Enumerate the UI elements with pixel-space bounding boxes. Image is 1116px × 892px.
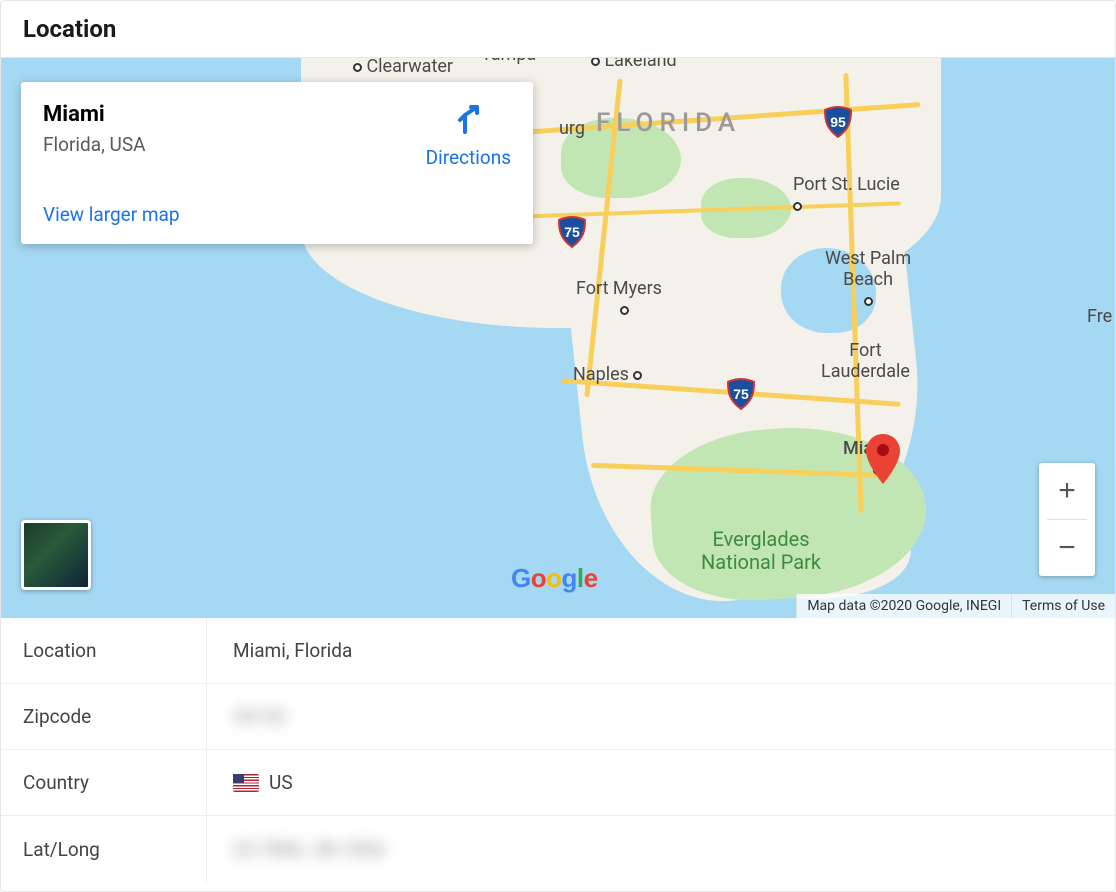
location-info-table: Location Miami, Florida Zipcode 33132 Co…	[1, 618, 1115, 891]
city-label: Port St. Lucie	[793, 174, 900, 216]
info-card-title: Miami	[43, 102, 146, 127]
city-label: Naples	[573, 364, 642, 385]
map[interactable]: FLORIDA Clearwater Tampa Lakeland urg Po…	[1, 58, 1115, 618]
directions-label: Directions	[426, 146, 511, 169]
card-header: Location	[1, 1, 1115, 58]
row-value: Miami, Florida	[207, 639, 1115, 662]
terms-of-use-link[interactable]: Terms of Use	[1011, 594, 1115, 618]
map-pin-icon[interactable]	[863, 432, 903, 486]
table-row: Zipcode 33132	[1, 684, 1115, 750]
city-label: urg	[559, 118, 585, 139]
zoom-control: + −	[1039, 463, 1095, 576]
row-key: Country	[1, 750, 207, 815]
interstate-shield-icon: 95	[823, 106, 853, 138]
directions-button[interactable]: Directions	[426, 102, 511, 169]
directions-icon	[451, 102, 485, 136]
map-attribution: Map data ©2020 Google, INEGI Terms of Us…	[796, 594, 1115, 618]
table-row: Lat/Long 25.7806, -80.1826	[1, 816, 1115, 882]
row-value: US	[207, 771, 1115, 794]
map-info-card: Miami Florida, USA Directions View large…	[21, 82, 533, 244]
card-title: Location	[23, 15, 1093, 43]
city-label-partial: Fre	[1087, 306, 1112, 327]
row-key: Location	[1, 618, 207, 683]
google-logo: Google	[511, 563, 598, 594]
table-row: Location Miami, Florida	[1, 618, 1115, 684]
table-row: Country US	[1, 750, 1115, 816]
city-label: FortLauderdale	[821, 340, 910, 382]
zoom-out-button[interactable]: −	[1039, 520, 1095, 576]
city-label: West PalmBeach	[825, 248, 911, 311]
city-label: Fort Myers	[576, 278, 662, 320]
row-value: 33132	[207, 705, 1115, 728]
park-label: EvergladesNational Park	[701, 528, 821, 574]
row-key: Zipcode	[1, 684, 207, 749]
city-label: Clearwater	[353, 58, 453, 77]
row-key: Lat/Long	[1, 816, 207, 882]
state-label: FLORIDA	[596, 108, 741, 138]
city-label: Tampa	[481, 58, 536, 65]
interstate-shield-icon: 75	[726, 378, 756, 410]
row-value: 25.7806, -80.1826	[207, 838, 1115, 861]
us-flag-icon	[233, 774, 259, 792]
city-label: Lakeland	[591, 58, 677, 71]
zoom-in-button[interactable]: +	[1039, 463, 1095, 519]
interstate-shield-icon: 75	[557, 216, 587, 248]
satellite-toggle[interactable]	[21, 520, 91, 590]
attribution-data: Map data ©2020 Google, INEGI	[796, 594, 1011, 618]
info-card-subtitle: Florida, USA	[43, 133, 146, 156]
location-card: Location FLORIDA Clearwater Tampa Lakela…	[0, 0, 1116, 892]
view-larger-map-link[interactable]: View larger map	[43, 203, 180, 226]
